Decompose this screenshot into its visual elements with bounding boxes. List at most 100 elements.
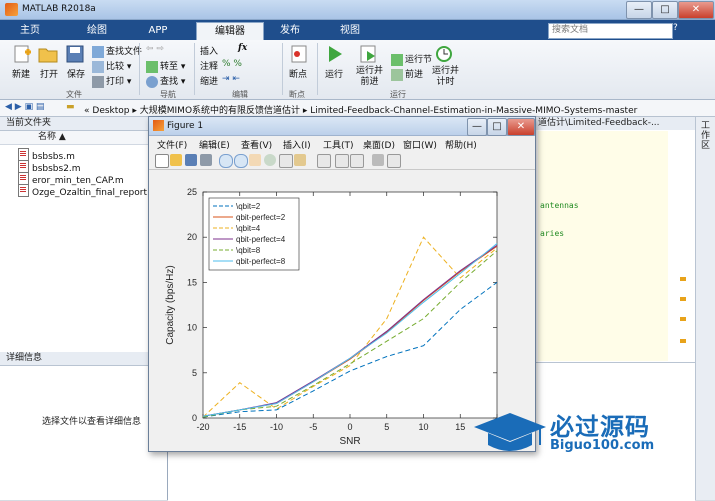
code-analyzer-marker[interactable]: [680, 297, 686, 301]
figure-close-button[interactable]: ✕: [507, 118, 535, 136]
compare-button[interactable]: 比较 ▾: [92, 59, 131, 73]
advance-label: 前进: [405, 70, 424, 80]
code-analyzer-marker[interactable]: [680, 317, 686, 321]
maximize-button[interactable]: □: [652, 1, 678, 19]
figure-toolbar: [149, 151, 535, 170]
menu-insert[interactable]: 插入(I): [283, 138, 311, 151]
x-tick-label: -10: [270, 422, 283, 432]
code-analyzer-marker[interactable]: [680, 277, 686, 281]
folder-icon: ▬: [66, 102, 75, 112]
minimize-button[interactable]: —: [626, 1, 652, 19]
breadcrumb-folder[interactable]: 大规模MIMO系统中的有限反馈信道估计: [140, 106, 300, 116]
breakpoints-button[interactable]: 断点: [289, 67, 307, 80]
close-button[interactable]: ✕: [678, 1, 714, 19]
file-name: Ozge_Ozaltin_final_report.pdf: [32, 188, 165, 198]
breakpoint-icon[interactable]: [289, 44, 309, 64]
run-time-button[interactable]: 运行并 计时: [432, 66, 459, 88]
figure-maximize-button[interactable]: □: [487, 118, 507, 136]
menu-help[interactable]: 帮助(H): [445, 138, 477, 151]
tab-editor[interactable]: 编辑器: [196, 22, 264, 41]
run-icon[interactable]: [325, 44, 345, 64]
goto-icon: [146, 60, 158, 73]
run-button[interactable]: 运行: [325, 67, 343, 80]
title-bar: MATLAB R2018a — □ ✕: [0, 0, 715, 20]
code-line: antennas: [540, 201, 579, 210]
menu-tools[interactable]: 工具(T): [323, 138, 354, 151]
figure-window[interactable]: Figure 1 — □ ✕ 文件(F) 编辑(E) 查看(V) 插入(I) 工…: [148, 116, 536, 452]
indent-icons[interactable]: ⇥ ⇤: [222, 74, 240, 84]
figure-title-bar: Figure 1 — □ ✕: [149, 117, 535, 136]
save-button[interactable]: 保存: [67, 67, 85, 80]
y-tick-label: 5: [192, 368, 197, 378]
find-label: 查找: [160, 77, 179, 87]
print-icon: [92, 75, 104, 88]
find-files-label: 查找文件: [106, 47, 143, 57]
link-plot-icon[interactable]: [317, 154, 331, 168]
menu-view[interactable]: 查看(V): [241, 138, 272, 151]
figure-menu-bar: 文件(F) 编辑(E) 查看(V) 插入(I) 工具(T) 桌面(D) 窗口(W…: [149, 136, 535, 151]
run-section-button[interactable]: 运行节: [391, 52, 432, 66]
open-folder-icon[interactable]: [38, 44, 58, 64]
find-button[interactable]: 查找 ▾: [146, 74, 185, 88]
menu-desktop[interactable]: 桌面(D): [363, 138, 395, 151]
comment-button[interactable]: 注释: [200, 59, 218, 72]
back-forward-arrows-icon[interactable]: ⇦ ⇨: [146, 44, 164, 54]
tab-view[interactable]: 视图: [324, 22, 376, 40]
code-analyzer-marker[interactable]: [680, 339, 686, 343]
zoom-out-icon[interactable]: [234, 154, 248, 168]
advance-button[interactable]: 前进: [391, 67, 423, 81]
menu-file[interactable]: 文件(F): [157, 138, 187, 151]
save-figure-icon[interactable]: [185, 154, 197, 166]
rotate-3d-icon[interactable]: [264, 154, 276, 166]
run-advance-icon[interactable]: [359, 44, 379, 64]
code-editor[interactable]: antennas aries: [538, 131, 668, 361]
tab-apps[interactable]: APP: [134, 22, 182, 40]
print-button[interactable]: 打印 ▾: [92, 74, 131, 88]
zoom-in-icon[interactable]: [219, 154, 233, 168]
percent-icon[interactable]: % %: [222, 59, 242, 69]
open-file-icon[interactable]: [170, 154, 182, 166]
new-icon[interactable]: [12, 44, 32, 64]
tab-plots[interactable]: 绘图: [70, 22, 124, 40]
print-figure-icon[interactable]: [200, 154, 212, 166]
legend-icon[interactable]: [350, 154, 364, 168]
legend-entry: qbit-perfect=8: [236, 257, 286, 266]
file-item[interactable]: Ozge_Ozaltin_final_report.pdf: [18, 184, 164, 198]
pan-hand-icon[interactable]: [249, 154, 261, 166]
ribbon-divider: [139, 43, 140, 95]
breadcrumb-desktop[interactable]: Desktop: [92, 106, 129, 116]
help-icon[interactable]: ?: [673, 23, 678, 33]
tab-publish[interactable]: 发布: [264, 22, 316, 40]
legend-entry: \qbit=4: [236, 224, 261, 233]
hide-plot-tools-icon[interactable]: [372, 154, 384, 166]
menu-window[interactable]: 窗口(W): [403, 138, 437, 151]
run-time-icon[interactable]: [434, 44, 454, 64]
legend-entry: \qbit=8: [236, 246, 261, 255]
run-section-icon: [391, 53, 403, 66]
figure-minimize-button[interactable]: —: [467, 118, 487, 136]
workspace-rail[interactable]: 工作区: [695, 117, 715, 500]
save-icon[interactable]: [65, 44, 85, 64]
indent-button[interactable]: 缩进: [200, 74, 218, 87]
open-button[interactable]: 打开: [40, 67, 58, 80]
ribbon-divider: [282, 43, 283, 95]
colorbar-icon[interactable]: [335, 154, 349, 168]
fx-button[interactable]: fx: [238, 43, 247, 53]
editor-tab-path[interactable]: 道估计\Limited-Feedback-...: [535, 117, 698, 130]
goto-button[interactable]: 转至 ▾: [146, 59, 185, 73]
new-button[interactable]: 新建: [12, 67, 30, 80]
breadcrumb-project[interactable]: Limited-Feedback-Channel-Estimation-in-M…: [310, 106, 637, 116]
tab-home[interactable]: 主页: [6, 22, 54, 40]
data-cursor-icon[interactable]: [279, 154, 293, 168]
nav-arrows-icon[interactable]: ◀ ▶ ▣ ▤: [5, 102, 44, 112]
x-tick-label: 10: [418, 422, 428, 432]
search-input[interactable]: 搜索文档: [548, 23, 673, 39]
show-plot-tools-icon[interactable]: [387, 154, 401, 168]
brush-icon[interactable]: [294, 154, 306, 166]
breadcrumb-overflow[interactable]: «: [84, 106, 90, 116]
insert-button[interactable]: 插入: [200, 44, 218, 57]
run-advance-button[interactable]: 运行并 前进: [356, 66, 383, 88]
menu-edit[interactable]: 编辑(E): [199, 138, 230, 151]
find-files-button[interactable]: 查找文件: [92, 44, 142, 58]
new-figure-icon[interactable]: [155, 154, 169, 168]
